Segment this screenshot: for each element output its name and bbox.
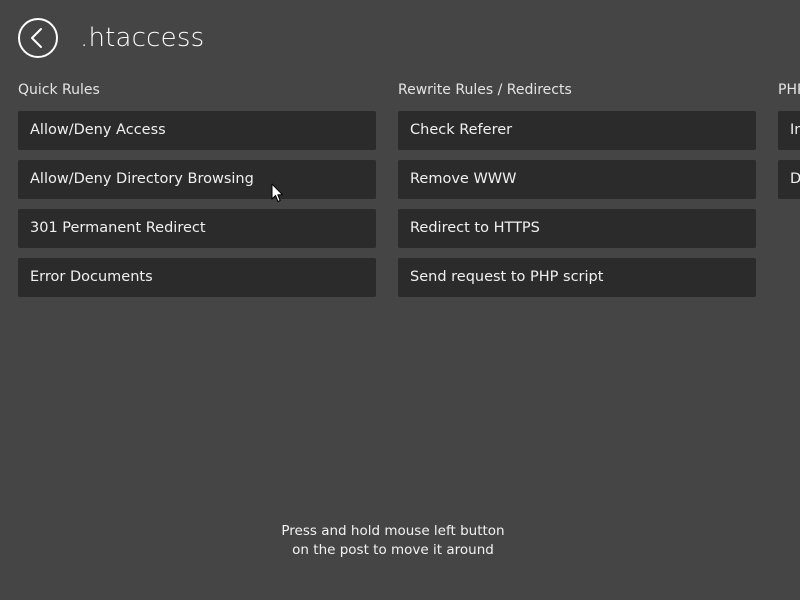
page-title: .htaccess <box>80 23 205 53</box>
header: .htaccess <box>18 18 204 58</box>
rule-send-request-php-button[interactable]: Send request to PHP script <box>398 258 756 297</box>
rule-php-item-1-button[interactable]: In <box>778 111 800 150</box>
column-php: PHP In D <box>778 80 800 209</box>
column-title: Rewrite Rules / Redirects <box>398 82 572 98</box>
rule-remove-www-button[interactable]: Remove WWW <box>398 160 756 199</box>
rules-panel: Quick Rules Allow/Deny Access Allow/Deny… <box>18 80 800 320</box>
drag-hint-line-1: Press and hold mouse left button <box>281 523 505 539</box>
column-rewrite-rules: Rewrite Rules / Redirects Check Referer … <box>398 80 756 307</box>
rule-check-referer-button[interactable]: Check Referer <box>398 111 756 150</box>
rule-error-documents-button[interactable]: Error Documents <box>18 258 376 297</box>
back-button[interactable] <box>18 18 58 58</box>
rule-redirect-https-button[interactable]: Redirect to HTTPS <box>398 209 756 248</box>
rule-php-item-2-button[interactable]: D <box>778 160 800 199</box>
rule-allow-deny-directory-browsing-button[interactable]: Allow/Deny Directory Browsing <box>18 160 376 199</box>
drag-hint-line-2: on the post to move it around <box>292 542 494 558</box>
column-title: PHP <box>778 82 800 98</box>
column-title: Quick Rules <box>18 82 100 98</box>
column-quick-rules: Quick Rules Allow/Deny Access Allow/Deny… <box>18 80 376 307</box>
rule-allow-deny-access-button[interactable]: Allow/Deny Access <box>18 111 376 150</box>
rule-301-permanent-redirect-button[interactable]: 301 Permanent Redirect <box>18 209 376 248</box>
drag-hint: Press and hold mouse left button on the … <box>200 522 586 560</box>
back-arrow-icon <box>31 28 42 48</box>
